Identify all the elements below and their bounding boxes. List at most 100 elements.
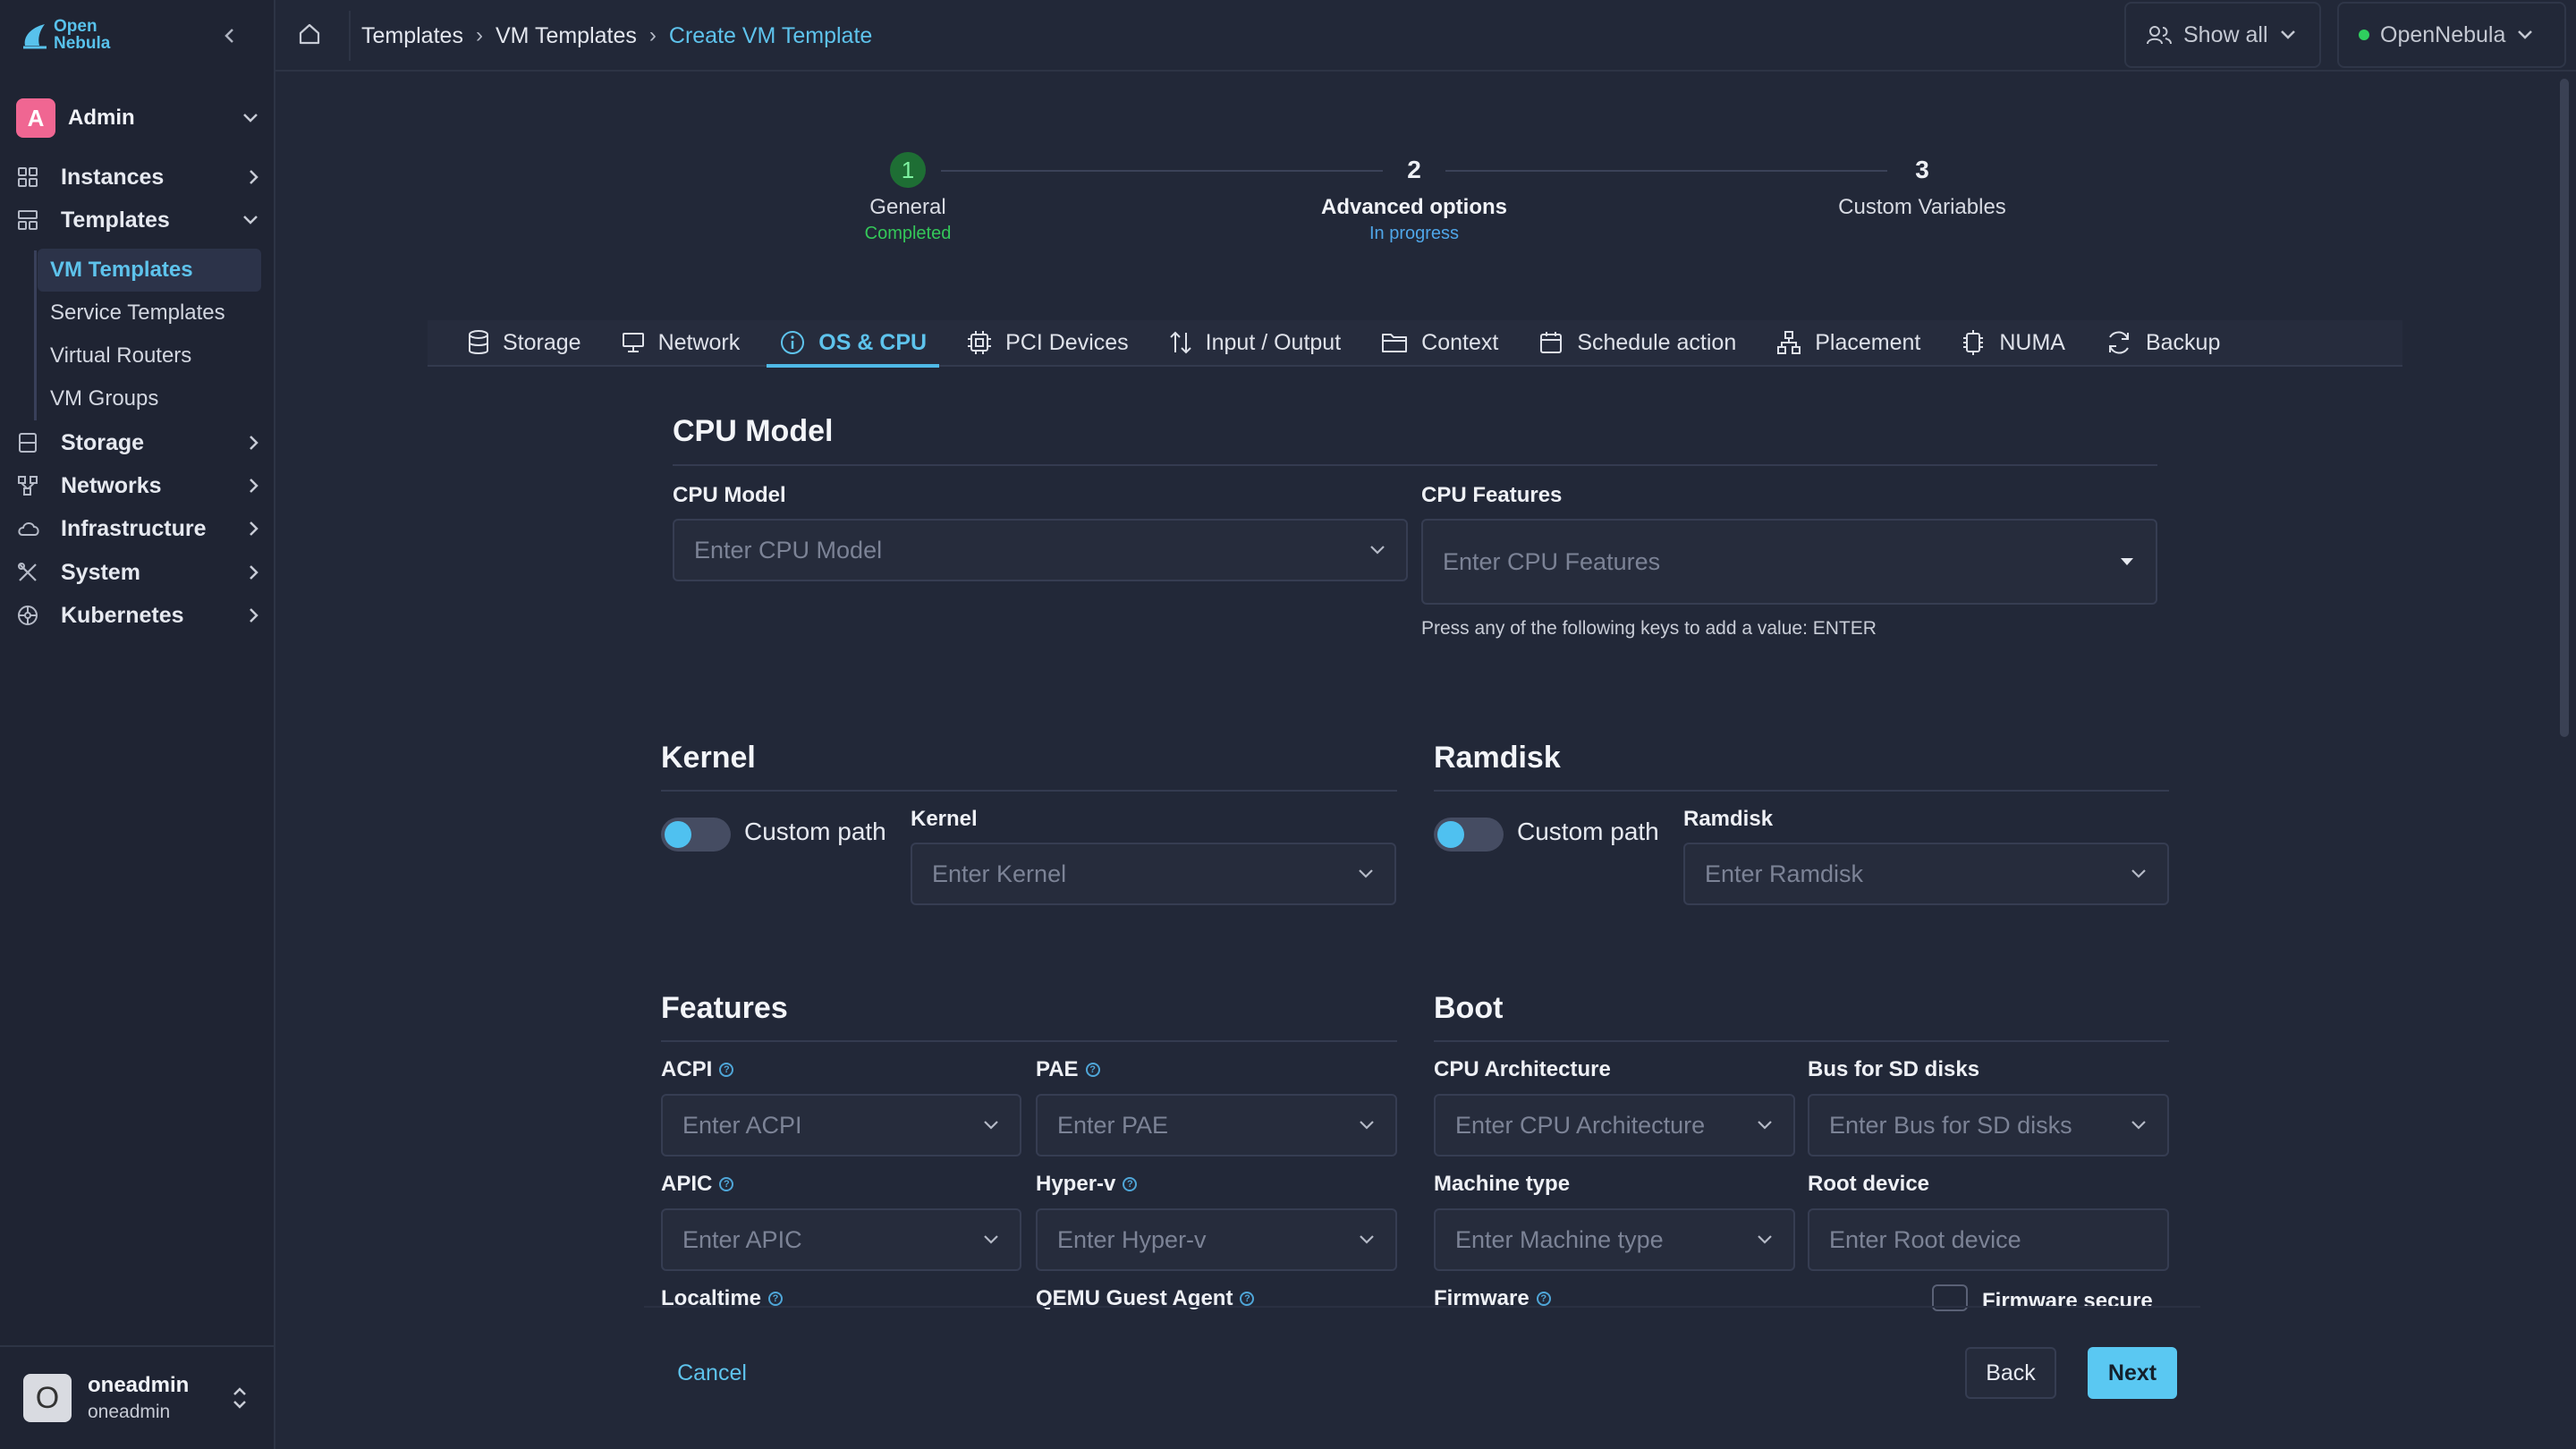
tab-label: Backup [2145, 329, 2221, 355]
tab-numa[interactable]: NUMA [1947, 319, 2078, 366]
breadcrumb-vm-templates[interactable]: VM Templates [496, 23, 637, 49]
show-all-filter[interactable]: Show all [2124, 2, 2321, 68]
collapse-sidebar-button[interactable] [218, 21, 240, 50]
help-icon[interactable]: ? [1085, 1063, 1100, 1077]
cpu-features-input[interactable]: Enter CPU Features [1421, 519, 2157, 605]
help-icon[interactable]: ? [719, 1063, 734, 1077]
topbar: Templates › VM Templates › Create VM Tem… [275, 0, 2576, 72]
bus-sd-disks-select[interactable]: Enter Bus for SD disks [1808, 1094, 2169, 1157]
chevron-down-icon [984, 1235, 998, 1244]
sidebar-subitem-vm-groups[interactable]: VM Groups [38, 377, 261, 420]
kernel-select[interactable]: Enter Kernel [911, 843, 1396, 905]
sidebar-subitem-virtual-routers[interactable]: Virtual Routers [38, 335, 261, 377]
chevron-left-icon [225, 29, 233, 43]
chevron-down-icon [1360, 1235, 1374, 1244]
kernel-section-title: Kernel [661, 741, 756, 775]
cpu-model-section-title: CPU Model [673, 414, 834, 448]
hyperv-select[interactable]: Enter Hyper-v [1036, 1208, 1397, 1271]
home-button[interactable] [297, 21, 322, 47]
hierarchy-icon [1777, 331, 1801, 354]
ramdisk-section-title: Ramdisk [1434, 741, 1561, 775]
user-switcher[interactable]: A Admin [16, 98, 259, 138]
sidebar-item-infrastructure[interactable]: Infrastructure [16, 507, 259, 550]
ramdisk-placeholder: Enter Ramdisk [1705, 860, 1864, 887]
kernel-field-label: Kernel [911, 807, 978, 831]
tab-os-cpu[interactable]: OS & CPU [767, 319, 939, 368]
sidebar-item-storage[interactable]: Storage [16, 421, 259, 464]
help-icon[interactable]: ? [1240, 1292, 1255, 1306]
monitor-icon [622, 333, 644, 352]
home-icon [299, 23, 320, 45]
apic-select[interactable]: Enter APIC [661, 1208, 1021, 1271]
tab-label: Placement [1815, 329, 1921, 355]
next-button[interactable]: Next [2088, 1347, 2177, 1399]
breadcrumb-templates[interactable]: Templates [361, 23, 463, 49]
tab-schedule-action[interactable]: Schedule action [1525, 319, 1749, 366]
ramdisk-select[interactable]: Enter Ramdisk [1683, 843, 2169, 905]
sidebar-item-label: Kubernetes [61, 602, 184, 628]
zone-selector[interactable]: OpenNebula [2337, 2, 2566, 68]
chevron-down-icon [2280, 30, 2295, 39]
helm-icon [16, 604, 45, 627]
tab-backup[interactable]: Backup [2092, 319, 2233, 366]
page-scrollbar[interactable] [2560, 79, 2569, 737]
account-name: oneadmin [88, 1373, 190, 1397]
section-divider [1434, 790, 2169, 792]
acpi-placeholder: Enter ACPI [682, 1111, 802, 1139]
grid-icon [16, 165, 45, 189]
chevron-right-icon [250, 608, 258, 623]
help-icon[interactable]: ? [768, 1292, 784, 1306]
tab-network[interactable]: Network [608, 319, 753, 366]
step-status: In progress [1368, 224, 1460, 243]
tab-context[interactable]: Context [1368, 319, 1511, 366]
tab-pci-devices[interactable]: PCI Devices [953, 319, 1141, 366]
user-name: Admin [68, 106, 135, 130]
help-icon[interactable]: ? [1123, 1177, 1138, 1191]
root-device-input[interactable]: Enter Root device [1808, 1208, 2169, 1271]
acpi-select[interactable]: Enter ACPI [661, 1094, 1021, 1157]
sidebar-item-instances[interactable]: Instances [16, 156, 259, 199]
step-advanced-options[interactable]: 2 Advanced options In progress [1280, 152, 1548, 244]
sidebar-subitem-vm-templates[interactable]: VM Templates [38, 249, 261, 292]
back-button[interactable]: Back [1965, 1347, 2056, 1399]
step-custom-variables[interactable]: 3 Custom Variables [1788, 152, 2056, 220]
toggle-knob [1437, 821, 1464, 848]
help-icon[interactable]: ? [1536, 1292, 1551, 1306]
pae-select[interactable]: Enter PAE [1036, 1094, 1397, 1157]
cpu-model-placeholder: Enter CPU Model [694, 536, 883, 564]
firmware-secure-label: Firmware secure [1982, 1289, 2153, 1313]
sidebar-item-label: Infrastructure [61, 515, 207, 541]
sidebar-subitem-service-templates[interactable]: Service Templates [38, 292, 261, 335]
ramdisk-custom-path-label: Custom path [1517, 818, 1659, 845]
tab-input-output[interactable]: Input / Output [1156, 319, 1354, 366]
boot-section-title: Boot [1434, 991, 1504, 1025]
kernel-custom-path-toggle[interactable] [661, 818, 731, 852]
account-menu[interactable]: O oneadmin oneadmin [0, 1345, 275, 1449]
sidebar-item-networks[interactable]: Networks [16, 464, 259, 507]
ramdisk-custom-path-toggle[interactable] [1434, 818, 1504, 852]
machine-type-placeholder: Enter Machine type [1455, 1225, 1664, 1253]
cpu-model-select[interactable]: Enter CPU Model [673, 519, 1408, 581]
step-general[interactable]: 1 General Completed [818, 152, 997, 244]
sidebar-item-label: System [61, 559, 140, 585]
step-number: 2 [1407, 156, 1421, 183]
tab-placement[interactable]: Placement [1763, 319, 1933, 366]
tab-storage[interactable]: Storage [454, 319, 594, 366]
help-icon[interactable]: ? [719, 1177, 734, 1191]
chevron-down-icon [1758, 1121, 1772, 1130]
chevron-down-icon [984, 1121, 998, 1130]
sidebar-item-templates[interactable]: Templates [16, 199, 259, 242]
sidebar-item-label: Instances [61, 164, 165, 190]
opennebula-logo[interactable]: Open Nebula [21, 18, 110, 52]
cpu-architecture-select[interactable]: Enter CPU Architecture [1434, 1094, 1795, 1157]
sidebar-item-system[interactable]: System [16, 551, 259, 594]
hyperv-placeholder: Enter Hyper-v [1057, 1225, 1207, 1253]
machine-type-select[interactable]: Enter Machine type [1434, 1208, 1795, 1271]
cancel-button[interactable]: Cancel [660, 1347, 764, 1399]
topbar-divider [349, 11, 351, 61]
step-label: Custom Variables [1838, 195, 2006, 219]
cpu-features-label: CPU Features [1421, 483, 1563, 507]
breadcrumb-separator: › [475, 23, 483, 47]
hyperv-label-text: Hyper-v [1036, 1172, 1116, 1196]
sidebar-item-kubernetes[interactable]: Kubernetes [16, 594, 259, 637]
